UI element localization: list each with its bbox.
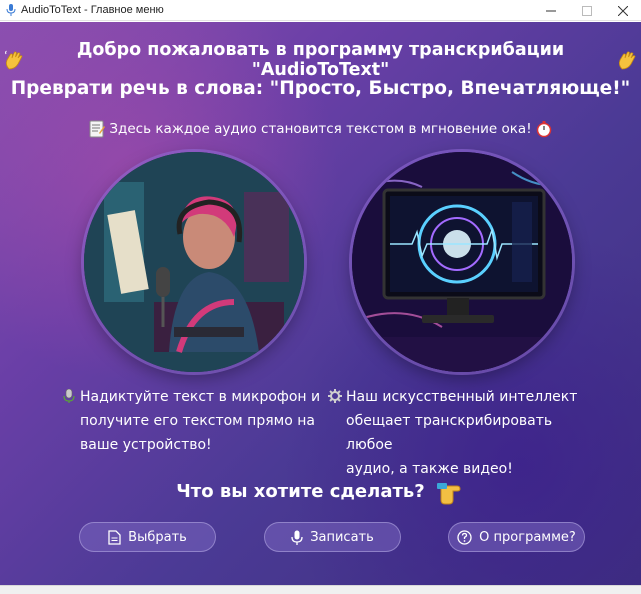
memo-icon bbox=[88, 120, 106, 138]
record-button[interactable]: Записать bbox=[264, 522, 401, 552]
about-button[interactable]: О программе? bbox=[448, 522, 585, 552]
window-controls bbox=[533, 0, 641, 21]
feature-dictation-line1: Надиктуйте текст в микрофон и bbox=[80, 389, 321, 405]
choose-file-button[interactable]: Выбрать bbox=[79, 522, 216, 552]
feature-dictation: Надиктуйте текст в микрофон и получите е… bbox=[62, 385, 322, 457]
feature-ai-line1: Наш искусственный интеллект bbox=[346, 389, 578, 405]
minimize-button[interactable] bbox=[533, 0, 569, 21]
feature-dictation-line2: получите его текстом прямо на bbox=[80, 413, 315, 429]
action-prompt: Что вы хотите сделать? bbox=[0, 476, 641, 506]
feature-dictation-line3: ваше устройство! bbox=[80, 437, 212, 453]
microphone-icon bbox=[4, 3, 18, 17]
welcome-text: Добро пожаловать в программу транскрибац… bbox=[76, 40, 565, 80]
monitor-illustration bbox=[352, 152, 572, 372]
stopwatch-icon bbox=[535, 120, 553, 138]
about-label: О программе? bbox=[479, 529, 576, 545]
tagline: Здесь каждое аудио становится текстом в … bbox=[0, 120, 641, 138]
gear-icon bbox=[328, 387, 342, 403]
welcome-heading: Добро пожаловать в программу транскрибац… bbox=[0, 40, 641, 80]
feature-ai: Наш искусственный интеллект обещает тран… bbox=[328, 385, 588, 481]
window-bottom-edge bbox=[0, 585, 641, 594]
waving-hand-icon bbox=[3, 49, 25, 71]
record-label: Записать bbox=[310, 529, 374, 545]
pointing-hand-icon bbox=[435, 476, 465, 506]
action-prompt-text: Что вы хотите сделать? bbox=[176, 480, 425, 502]
feature-ai-line2: обещает транскрибировать любое bbox=[346, 413, 553, 453]
file-icon bbox=[108, 529, 121, 545]
maximize-button[interactable] bbox=[569, 0, 605, 21]
close-button[interactable] bbox=[605, 0, 641, 21]
main-panel: Добро пожаловать в программу транскрибац… bbox=[0, 22, 641, 585]
slogan-heading: Преврати речь в слова: "Просто, Быстро, … bbox=[10, 78, 631, 99]
tagline-text: Здесь каждое аудио становится текстом в … bbox=[109, 121, 532, 137]
microphone-icon bbox=[291, 530, 303, 545]
microphone-illustration bbox=[84, 152, 304, 372]
waving-hand-icon bbox=[616, 49, 638, 71]
window-titlebar: AudioToText - Главное меню bbox=[0, 0, 641, 21]
microphone-icon bbox=[62, 387, 76, 403]
question-circle-icon bbox=[457, 529, 472, 545]
choose-file-label: Выбрать bbox=[128, 529, 187, 545]
window-title: AudioToText - Главное меню bbox=[21, 4, 164, 16]
